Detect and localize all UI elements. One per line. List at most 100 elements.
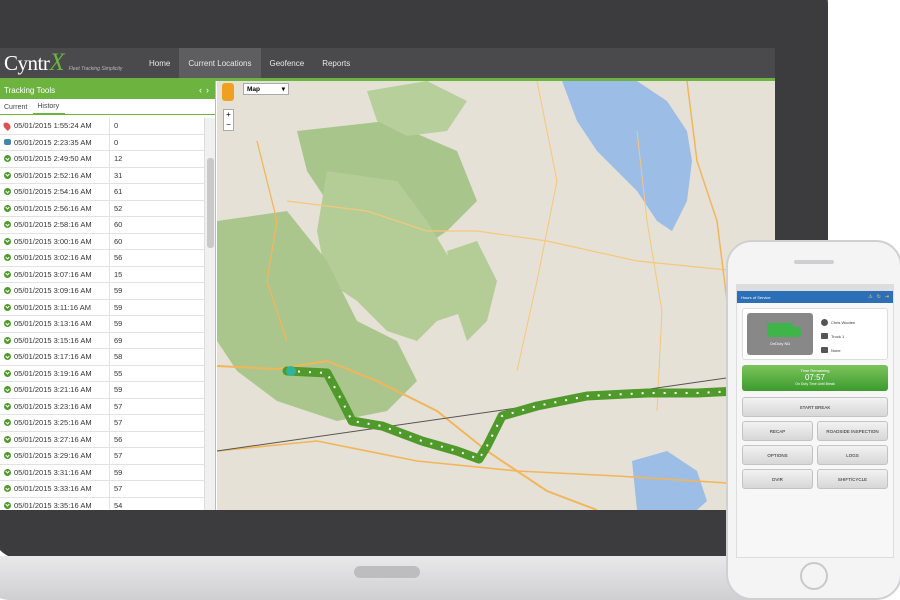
check-dot-icon: [3, 171, 11, 179]
history-row[interactable]: 05/01/2015 3:27:16 AM 56: [0, 431, 204, 448]
dvir-button[interactable]: DVIR: [742, 469, 813, 489]
row-speed: 31: [114, 170, 123, 180]
street-view-pegman-icon[interactable]: [222, 83, 234, 101]
start-break-button[interactable]: START BREAK: [742, 397, 888, 417]
history-row[interactable]: 05/01/2015 3:31:16 AM 59: [0, 464, 204, 481]
history-row[interactable]: 05/01/2015 3:15:16 AM 69: [0, 332, 204, 349]
history-row[interactable]: 05/01/2015 3:00:16 AM 60: [0, 233, 204, 250]
history-row[interactable]: 05/01/2015 1:55:24 AM 0: [0, 118, 204, 135]
options-button[interactable]: OPTIONS: [742, 445, 813, 465]
row-timestamp: 05/01/2015 2:54:16 AM: [14, 184, 110, 200]
history-list: 05/01/2015 1:55:24 AM 0 05/01/2015 2:23:35…: [0, 118, 204, 510]
check-dot-icon: [3, 402, 11, 410]
check-dot-icon: [3, 188, 11, 196]
history-row[interactable]: 05/01/2015 3:02:16 AM 56: [0, 250, 204, 267]
chevron-right-icon[interactable]: ›: [206, 85, 209, 95]
alert-icon[interactable]: ⚠: [868, 294, 872, 300]
row-icon-cell: [0, 270, 14, 278]
tracking-tools-panel: Tracking Tools ‹ › Current History 05/01…: [0, 81, 216, 510]
panel-tabs: Current History: [0, 99, 215, 115]
map-type-select[interactable]: Map ▾: [243, 83, 289, 95]
row-speed: 61: [114, 187, 123, 197]
row-timestamp: 05/01/2015 3:07:16 AM: [14, 266, 110, 282]
zoom-out-button[interactable]: −: [224, 120, 233, 130]
check-dot-icon: [3, 452, 11, 460]
map-type-label: Map: [247, 85, 260, 93]
history-row[interactable]: 05/01/2015 3:25:16 AM 57: [0, 415, 204, 432]
history-row[interactable]: 05/01/2015 3:21:16 AM 59: [0, 382, 204, 399]
tab-current[interactable]: Current: [0, 104, 33, 114]
row-icon-cell: [0, 386, 14, 394]
roadside-inspection-button[interactable]: ROADSIDE INSPECTION: [817, 421, 888, 441]
row-timestamp: 05/01/2015 3:15:16 AM: [14, 332, 110, 348]
check-dot-icon: [3, 204, 11, 212]
row-speed: 56: [114, 253, 123, 263]
chevron-left-icon[interactable]: ‹: [199, 85, 202, 95]
time-remaining-sub: On Duty Time Until Break: [795, 382, 835, 386]
row-timestamp: 05/01/2015 3:25:16 AM: [14, 415, 110, 431]
history-row[interactable]: 05/01/2015 3:11:16 AM 59: [0, 299, 204, 316]
sync-icon[interactable]: ↻: [877, 294, 881, 300]
row-speed: 57: [114, 451, 123, 461]
duty-status-box[interactable]: OnDuty ND: [747, 313, 813, 355]
row-timestamp: 05/01/2015 2:58:16 AM: [14, 217, 110, 233]
history-row[interactable]: 05/01/2015 3:29:16 AM 57: [0, 448, 204, 465]
row-timestamp: 05/01/2015 3:00:16 AM: [14, 233, 110, 249]
history-row[interactable]: 05/01/2015 2:58:16 AM 60: [0, 217, 204, 234]
row-timestamp: 05/01/2015 3:27:16 AM: [14, 431, 110, 447]
row-speed: 52: [114, 203, 123, 213]
history-row[interactable]: 05/01/2015 2:56:16 AM 52: [0, 200, 204, 217]
history-row[interactable]: 05/01/2015 3:09:16 AM 59: [0, 283, 204, 300]
shift-cycle-button[interactable]: SHIFT/CYCLE: [817, 469, 888, 489]
logs-button[interactable]: LOGS: [817, 445, 888, 465]
recap-button[interactable]: RECAP: [742, 421, 813, 441]
row-icon-cell: [0, 204, 14, 212]
nav-geofence[interactable]: Geofence: [261, 48, 314, 78]
map-view[interactable]: Map ▾ + −: [216, 80, 775, 510]
row-speed: 57: [114, 484, 123, 494]
row-icon-cell: [0, 452, 14, 460]
row-speed: 59: [114, 467, 123, 477]
scrollbar-thumb[interactable]: [207, 158, 214, 248]
check-dot-icon: [3, 221, 11, 229]
driver-name: Chris Wooten: [831, 319, 856, 325]
history-row[interactable]: 05/01/2015 3:23:16 AM 57: [0, 398, 204, 415]
row-timestamp: 05/01/2015 3:29:16 AM: [14, 448, 110, 464]
phone-home-button[interactable]: [800, 562, 828, 590]
panel-title: Tracking Tools: [4, 85, 56, 95]
map-canvas[interactable]: [216, 80, 775, 510]
history-row[interactable]: 05/01/2015 3:13:16 AM 59: [0, 316, 204, 333]
logout-icon[interactable]: ⇥: [885, 294, 889, 300]
history-row[interactable]: 05/01/2015 2:54:16 AM 61: [0, 184, 204, 201]
check-dot-icon: [3, 353, 11, 361]
history-row[interactable]: 05/01/2015 3:17:16 AM 58: [0, 349, 204, 366]
check-dot-icon: [3, 336, 11, 344]
row-timestamp: 05/01/2015 3:33:16 AM: [14, 481, 110, 497]
history-row[interactable]: 05/01/2015 2:23:35 AM 0: [0, 134, 204, 151]
truck-name: Truck 1: [831, 333, 845, 339]
history-row[interactable]: 05/01/2015 2:49:50 AM 12: [0, 151, 204, 168]
row-timestamp: 05/01/2015 3:31:16 AM: [14, 464, 110, 480]
row-speed: 0: [114, 137, 119, 147]
row-icon-cell: [0, 155, 14, 163]
history-row[interactable]: 05/01/2015 3:35:16 AM 54: [0, 497, 204, 510]
scrollbar[interactable]: [204, 118, 215, 510]
history-row[interactable]: 05/01/2015 3:07:16 AM 15: [0, 266, 204, 283]
history-row[interactable]: 05/01/2015 3:33:16 AM 57: [0, 481, 204, 498]
check-dot-icon: [3, 287, 11, 295]
logo[interactable]: Cyntr X Fleet Tracking Simplicity: [0, 49, 140, 77]
history-row[interactable]: 05/01/2015 2:52:16 AM 31: [0, 167, 204, 184]
zoom-in-button[interactable]: +: [224, 110, 233, 120]
nav-reports[interactable]: Reports: [313, 48, 359, 78]
nav-current-locations[interactable]: Current Locations: [179, 48, 261, 78]
check-dot-icon: [3, 270, 11, 278]
history-row[interactable]: 05/01/2015 3:19:16 AM 55: [0, 365, 204, 382]
tab-history[interactable]: History: [33, 103, 66, 115]
driver-info: Chris Wooten Truck 1 None: [821, 315, 855, 357]
nav-home[interactable]: Home: [140, 48, 179, 78]
zoom-control: + −: [223, 109, 234, 131]
row-icon-cell: [0, 303, 14, 311]
chevron-down-icon: ▾: [281, 86, 285, 93]
row-speed: 60: [114, 220, 123, 230]
row-timestamp: 05/01/2015 2:56:16 AM: [14, 200, 110, 216]
